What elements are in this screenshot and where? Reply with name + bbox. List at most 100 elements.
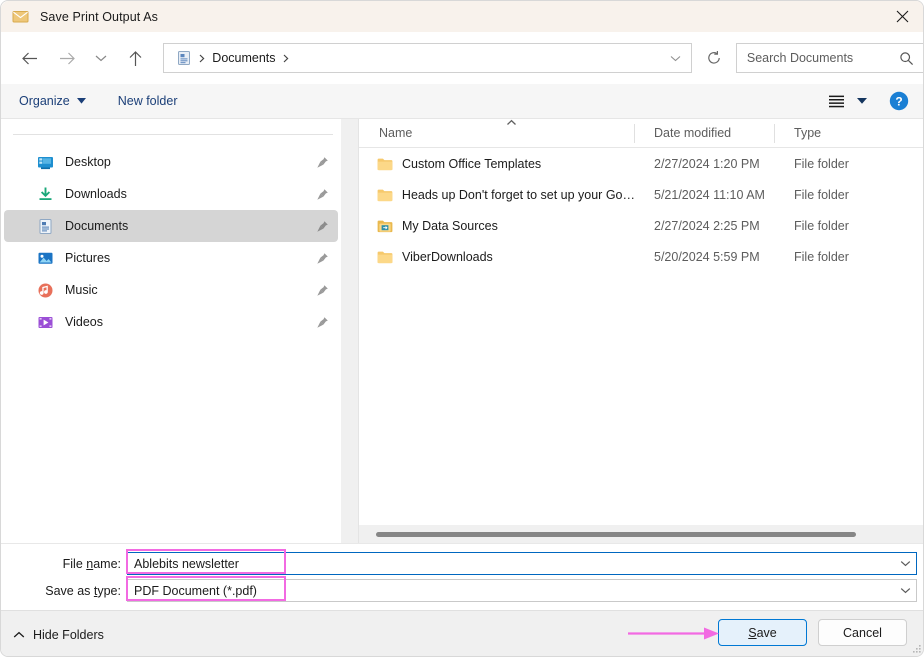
back-button[interactable] xyxy=(15,43,44,73)
recent-locations-button[interactable] xyxy=(90,43,113,73)
sort-ascending-icon xyxy=(505,119,517,127)
documents-folder-icon xyxy=(178,51,191,65)
column-headers: Name Date modified Type xyxy=(359,119,923,148)
table-row[interactable]: Heads up Don't forget to set up your Go…… xyxy=(359,179,923,210)
file-name-label: File name: xyxy=(1,557,121,571)
address-bar[interactable]: Documents xyxy=(163,43,693,73)
sidebar-item-label: Videos xyxy=(65,315,103,329)
chevron-up-icon xyxy=(13,631,25,638)
up-button[interactable] xyxy=(121,43,150,73)
resize-grip-icon[interactable] xyxy=(910,642,922,654)
refresh-button[interactable] xyxy=(698,43,728,73)
organize-button[interactable]: Organize xyxy=(15,88,90,114)
save-as-type-label-part-a: Save as xyxy=(45,583,94,598)
save-as-type-label-part-b: ype: xyxy=(97,583,121,598)
title-bar: Save Print Output As xyxy=(1,1,923,32)
chevron-down-icon xyxy=(670,55,681,61)
folder-special-icon xyxy=(377,220,393,232)
pin-icon[interactable] xyxy=(315,315,329,329)
pictures-icon xyxy=(36,249,54,267)
scrollbar-thumb[interactable] xyxy=(376,531,856,537)
new-folder-label: New folder xyxy=(117,94,178,108)
documents-icon xyxy=(36,217,54,235)
address-history-button[interactable] xyxy=(661,44,689,72)
arrow-up-icon xyxy=(129,50,141,66)
file-type-cell: File folder xyxy=(794,218,849,233)
file-name-input[interactable]: Ablebits newsletter xyxy=(127,552,917,575)
sidebar-item-label: Pictures xyxy=(65,251,111,265)
chevron-down-icon xyxy=(95,55,107,62)
search-box[interactable] xyxy=(735,43,923,73)
chevron-down-icon[interactable] xyxy=(894,553,916,574)
save-dialog: Save Print Output As Documents Search Do… xyxy=(0,0,924,657)
pin-icon[interactable] xyxy=(315,283,329,297)
sidebar-list: Desktop Downloads Documents Pictures Mus… xyxy=(1,146,341,338)
breadcrumb-documents[interactable]: Documents xyxy=(212,51,275,65)
dialog-body: Desktop Downloads Documents Pictures Mus… xyxy=(1,119,923,543)
close-button[interactable] xyxy=(879,1,923,32)
file-name-cell: ViberDownloads xyxy=(359,250,635,264)
sidebar-item-videos[interactable]: Videos xyxy=(4,306,338,338)
breadcrumb-separator-1 xyxy=(199,54,205,63)
list-view-icon xyxy=(828,95,844,107)
column-header-name[interactable]: Name xyxy=(359,119,635,148)
hide-folders-button[interactable]: Hide Folders xyxy=(13,624,104,646)
caret-down-icon xyxy=(857,98,867,104)
desktop-icon xyxy=(36,153,54,171)
column-header-date-modified[interactable]: Date modified xyxy=(635,119,775,148)
search-input[interactable] xyxy=(746,51,897,65)
downloads-icon xyxy=(36,185,54,203)
caret-down-icon xyxy=(76,98,86,104)
file-type-cell: File folder xyxy=(794,249,849,264)
sidebar-item-label: Documents xyxy=(65,219,129,233)
sidebar-item-downloads[interactable]: Downloads xyxy=(4,178,338,210)
table-row[interactable]: My Data Sources 2/27/2024 2:25 PM File f… xyxy=(359,210,923,241)
folder-icon xyxy=(377,251,393,263)
search-icon xyxy=(899,51,914,66)
help-button[interactable]: ? xyxy=(889,91,909,111)
sidebar-item-documents[interactable]: Documents xyxy=(4,210,338,242)
folder-icon xyxy=(377,158,393,170)
navigation-bar: Documents xyxy=(1,32,923,84)
file-list: Name Date modified Type Custom Office Te… xyxy=(359,119,923,543)
horizontal-scrollbar[interactable] xyxy=(359,525,923,543)
save-button[interactable]: Save xyxy=(718,619,807,646)
sidebar-item-desktop[interactable]: Desktop xyxy=(4,146,338,178)
chevron-down-icon[interactable] xyxy=(894,580,916,601)
save-as-type-select[interactable]: PDF Document (*.pdf) xyxy=(127,579,917,602)
file-date-cell: 2/27/2024 1:20 PM xyxy=(654,156,760,171)
pin-icon[interactable] xyxy=(315,219,329,233)
new-folder-button[interactable]: New folder xyxy=(114,88,182,114)
sidebar-scrollbar[interactable] xyxy=(341,119,358,543)
save-as-type-value: PDF Document (*.pdf) xyxy=(134,583,257,598)
pin-icon[interactable] xyxy=(315,251,329,265)
column-header-name-label: Name xyxy=(379,126,413,140)
sidebar-item-label: Downloads xyxy=(65,187,127,201)
cancel-button[interactable]: Cancel xyxy=(818,619,907,646)
sidebar-item-label: Desktop xyxy=(65,155,111,169)
toolbar: Organize New folder ? xyxy=(1,84,923,119)
pin-icon[interactable] xyxy=(315,187,329,201)
help-icon: ? xyxy=(889,91,909,111)
view-dropdown-button[interactable] xyxy=(851,88,873,114)
chevron-right-icon xyxy=(199,54,205,62)
music-icon xyxy=(36,281,54,299)
file-date-cell: 2/27/2024 2:25 PM xyxy=(654,218,760,233)
table-row[interactable]: Custom Office Templates 2/27/2024 1:20 P… xyxy=(359,148,923,179)
close-icon xyxy=(896,10,908,23)
breadcrumb-separator-2[interactable] xyxy=(283,54,289,63)
arrow-left-icon xyxy=(21,52,37,64)
sidebar-item-music[interactable]: Music xyxy=(4,274,338,306)
file-name-row: File name: Ablebits newsletter xyxy=(1,551,923,576)
file-name-text: Custom Office Templates xyxy=(402,156,542,171)
arrow-right-icon xyxy=(60,52,76,64)
forward-button[interactable] xyxy=(54,43,83,73)
table-row[interactable]: ViberDownloads 5/20/2024 5:59 PM File fo… xyxy=(359,241,923,272)
view-options-button[interactable] xyxy=(821,88,851,114)
file-date-cell: 5/21/2024 11:10 AM xyxy=(654,187,765,202)
sidebar-item-pictures[interactable]: Pictures xyxy=(4,242,338,274)
pin-icon[interactable] xyxy=(315,155,329,169)
column-header-type-label: Type xyxy=(794,126,822,140)
column-header-type[interactable]: Type xyxy=(775,119,923,148)
file-name-label-part-a: File xyxy=(62,556,87,571)
